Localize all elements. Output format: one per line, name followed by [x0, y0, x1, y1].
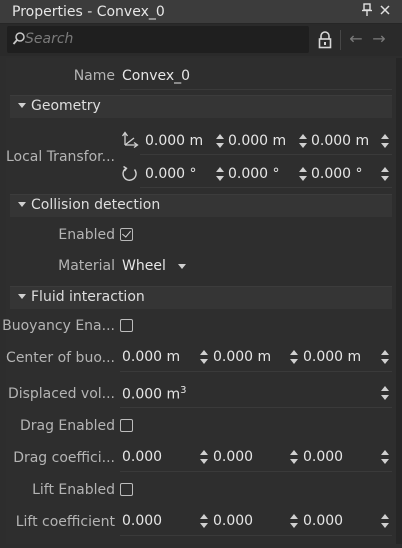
center-of-buoyancy-underline: [120, 371, 392, 372]
drag-coefficient-label: Drag coeffici...: [13, 450, 115, 466]
drag-enabled-checkbox[interactable]: [120, 419, 133, 432]
pin-icon[interactable]: [360, 3, 374, 19]
title-bar: Properties - Convex_0: [0, 0, 402, 24]
lift-coefficient-z-spinner[interactable]: [381, 512, 389, 530]
scrollbar[interactable]: [396, 58, 402, 544]
name-label: Name: [73, 68, 115, 84]
position-y-field[interactable]: 0.000 m: [228, 133, 286, 149]
rotation-y-spinner[interactable]: [299, 165, 307, 183]
forward-arrow-icon[interactable]: →: [369, 28, 389, 50]
center-of-buoyancy-x-field[interactable]: 0.000 m: [122, 349, 180, 365]
lift-coefficient-label: Lift coefficient: [15, 514, 115, 530]
center-of-buoyancy-z-spinner[interactable]: [381, 348, 389, 366]
section-title: Geometry: [31, 98, 101, 114]
lift-coefficient-y-spinner[interactable]: [290, 512, 298, 530]
rotation-z-field[interactable]: 0.000 °: [311, 166, 363, 182]
lift-coefficient-x-field[interactable]: 0.000: [122, 513, 162, 529]
search-placeholder: Search: [25, 31, 74, 47]
lift-enabled-checkbox[interactable]: [120, 483, 133, 496]
center-of-buoyancy-y-field[interactable]: 0.000 m: [213, 349, 271, 365]
section-title: Collision detection: [31, 197, 161, 213]
lift-coefficient-z-field[interactable]: 0.000: [303, 513, 343, 529]
lift-enabled-label: Lift Enabled: [32, 482, 115, 498]
drag-coefficient-underline: [120, 471, 392, 472]
toolbar-separator: [340, 30, 341, 50]
position-x-spinner[interactable]: [216, 132, 224, 150]
rotation-x-field[interactable]: 0.000 °: [145, 166, 197, 182]
name-field[interactable]: Convex_0: [122, 68, 190, 84]
section-fluid-interaction[interactable]: Fluid interaction: [10, 286, 392, 309]
search-icon: [12, 31, 26, 47]
drag-coefficient-y-spinner[interactable]: [290, 448, 298, 466]
translate-icon: [120, 130, 140, 150]
material-select[interactable]: Wheel: [122, 258, 166, 274]
lift-coefficient-y-field[interactable]: 0.000: [213, 513, 253, 529]
buoyancy-enabled-checkbox[interactable]: [120, 319, 133, 332]
position-y-spinner[interactable]: [299, 132, 307, 150]
rotation-underline: [140, 187, 392, 188]
position-z-field[interactable]: 0.000 m: [311, 133, 369, 149]
displaced-volume-spinner[interactable]: [381, 384, 389, 402]
collapse-triangle-icon[interactable]: [18, 103, 26, 108]
back-arrow-icon[interactable]: ←: [346, 28, 366, 50]
section-geometry[interactable]: Geometry: [10, 95, 392, 118]
rotation-x-spinner[interactable]: [216, 165, 224, 183]
rotation-z-spinner[interactable]: [381, 165, 389, 183]
center-of-buoyancy-y-spinner[interactable]: [290, 348, 298, 366]
search-input[interactable]: Search: [7, 26, 309, 53]
drag-coefficient-y-field[interactable]: 0.000: [213, 449, 253, 465]
position-underline: [140, 154, 392, 155]
displaced-volume-underline: [120, 407, 392, 408]
local-transform-label: Local Transfor...: [5, 149, 115, 165]
material-label: Material: [58, 258, 115, 274]
drag-coefficient-z-spinner[interactable]: [381, 448, 389, 466]
position-z-spinner[interactable]: [381, 132, 389, 150]
drag-coefficient-x-field[interactable]: 0.000: [122, 449, 162, 465]
enabled-checkbox[interactable]: [120, 228, 133, 241]
lock-icon[interactable]: [316, 30, 334, 50]
center-of-buoyancy-label: Center of buo...: [6, 350, 115, 366]
buoyancy-enabled-label: Buoyancy Ena...: [2, 318, 115, 334]
lift-coefficient-x-spinner[interactable]: [200, 512, 208, 530]
collapse-triangle-icon[interactable]: [18, 202, 26, 207]
section-collision-detection[interactable]: Collision detection: [10, 194, 392, 217]
lift-coefficient-underline: [120, 535, 392, 536]
displaced-volume-unit-exponent: 3: [180, 385, 187, 396]
chevron-down-icon[interactable]: [178, 264, 186, 269]
drag-enabled-label: Drag Enabled: [19, 418, 115, 434]
rotation-y-field[interactable]: 0.000 °: [228, 166, 280, 182]
collapse-triangle-icon[interactable]: [18, 294, 26, 299]
drag-coefficient-x-spinner[interactable]: [200, 448, 208, 466]
center-of-buoyancy-z-field[interactable]: 0.000 m: [303, 349, 361, 365]
center-of-buoyancy-x-spinner[interactable]: [200, 348, 208, 366]
toolbar: Search ← →: [0, 24, 402, 56]
rotate-icon: [120, 164, 140, 184]
enabled-label: Enabled: [58, 227, 115, 243]
position-x-field[interactable]: 0.000 m: [145, 133, 203, 149]
displaced-volume-value: 0.000 m: [122, 386, 181, 403]
drag-coefficient-z-field[interactable]: 0.000: [303, 449, 343, 465]
section-title: Fluid interaction: [31, 289, 145, 305]
name-underline: [120, 89, 392, 90]
window-title: Properties - Convex_0: [12, 4, 165, 20]
displaced-volume-field[interactable]: 0.000 m3: [122, 385, 187, 403]
close-icon[interactable]: [378, 3, 392, 19]
displaced-volume-label: Displaced vol...: [7, 386, 115, 402]
